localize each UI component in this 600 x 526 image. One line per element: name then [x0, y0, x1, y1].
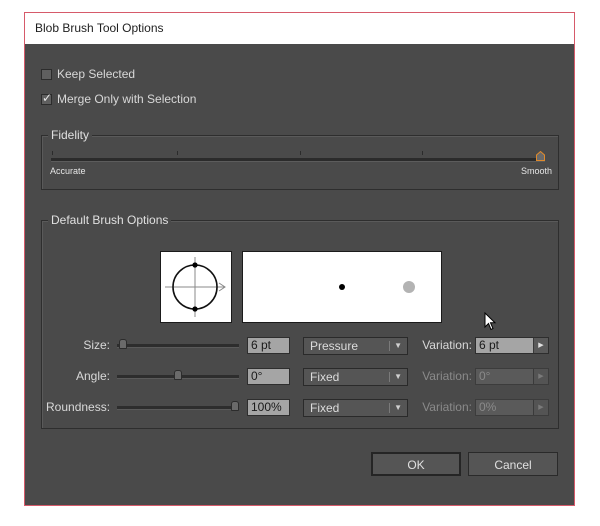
title-bar: Blob Brush Tool Options — [25, 13, 574, 44]
fidelity-tick — [52, 151, 53, 155]
chevron-down-icon: ▼ — [394, 403, 402, 412]
fidelity-slider-thumb[interactable] — [536, 151, 545, 161]
brush-row-mode-dropdown[interactable]: Fixed ▼ — [303, 368, 408, 386]
brush-shape-icon — [165, 257, 226, 317]
merge-only-label: Merge Only with Selection — [57, 92, 197, 106]
play-arrow-icon: ▶ — [533, 369, 548, 384]
play-arrow-icon[interactable]: ▶ — [533, 338, 548, 353]
dropdown-separator — [389, 403, 390, 413]
keep-selected-label: Keep Selected — [57, 67, 136, 81]
blob-brush-dialog: Blob Brush Tool Options Keep Selected Me… — [24, 12, 575, 506]
fidelity-min-label: Accurate — [50, 166, 86, 176]
brush-row-value-field[interactable]: 0° — [247, 368, 290, 385]
brush-row-variation-label: Variation: — [422, 400, 472, 414]
brush-options-group-label: Default Brush Options — [48, 213, 172, 227]
brush-row-slider-thumb[interactable] — [119, 339, 128, 349]
fidelity-tick — [300, 151, 301, 155]
brush-row-variation-field: 0° ▶ — [475, 368, 549, 385]
chevron-down-icon: ▼ — [394, 341, 402, 350]
brush-row-variation-label: Variation: — [422, 338, 472, 352]
brush-row-slider-track[interactable] — [117, 406, 239, 410]
merge-only-checkbox[interactable] — [41, 91, 52, 105]
chevron-down-icon: ▼ — [394, 372, 402, 381]
cancel-button[interactable]: Cancel — [468, 452, 558, 476]
keep-selected-option[interactable]: Keep Selected — [41, 67, 135, 81]
brush-preview-max-dot — [403, 281, 415, 293]
brush-size-preview — [242, 251, 442, 323]
mouse-cursor-icon — [484, 312, 497, 331]
brush-row-variation-value: 0% — [479, 400, 497, 414]
ok-button[interactable]: OK — [371, 452, 461, 476]
brush-row-label: Size: — [83, 338, 110, 352]
brush-shape-preview[interactable] — [160, 251, 232, 323]
dialog-title: Blob Brush Tool Options — [35, 21, 164, 35]
brush-row-slider-track[interactable] — [117, 344, 239, 348]
brush-preview-dots — [339, 281, 415, 293]
brush-row-mode-value: Fixed — [310, 401, 340, 415]
fidelity-group-label: Fidelity — [48, 128, 93, 142]
fidelity-group: Fidelity Accurate Smooth — [41, 128, 559, 190]
brush-row-slider-thumb[interactable] — [231, 401, 239, 411]
brush-preview-min-dot — [339, 284, 345, 290]
brush-row-slider-thumb[interactable] — [174, 370, 182, 380]
fidelity-max-label: Smooth — [520, 166, 552, 176]
fidelity-tick — [177, 151, 178, 155]
brush-row-value-field[interactable]: 100% — [247, 399, 290, 416]
brush-row-variation-label: Variation: — [422, 369, 472, 383]
dropdown-separator — [389, 341, 390, 351]
brush-row-mode-dropdown[interactable]: Pressure ▼ — [303, 337, 408, 355]
merge-only-option[interactable]: Merge Only with Selection — [41, 91, 197, 106]
dropdown-separator — [389, 372, 390, 382]
brush-options-group: Default Brush Options Size: 6 pt Pressur… — [41, 213, 559, 429]
fidelity-slider-track[interactable] — [51, 158, 545, 162]
brush-row-mode-value: Pressure — [310, 339, 359, 353]
play-arrow-icon: ▶ — [533, 400, 548, 415]
brush-row-variation-field[interactable]: 6 pt ▶ — [475, 337, 549, 354]
keep-selected-checkbox[interactable] — [41, 68, 52, 80]
brush-row-variation-field: 0% ▶ — [475, 399, 549, 416]
brush-row-variation-value: 0° — [479, 369, 491, 383]
fidelity-tick — [422, 151, 423, 155]
brush-row-variation-value: 6 pt — [479, 338, 500, 352]
brush-row-label: Angle: — [75, 369, 110, 383]
brush-row-mode-dropdown[interactable]: Fixed ▼ — [303, 399, 408, 417]
brush-row-value-field[interactable]: 6 pt — [247, 337, 290, 354]
brush-row-mode-value: Fixed — [310, 370, 340, 384]
brush-row-label: Roundness: — [46, 400, 111, 414]
